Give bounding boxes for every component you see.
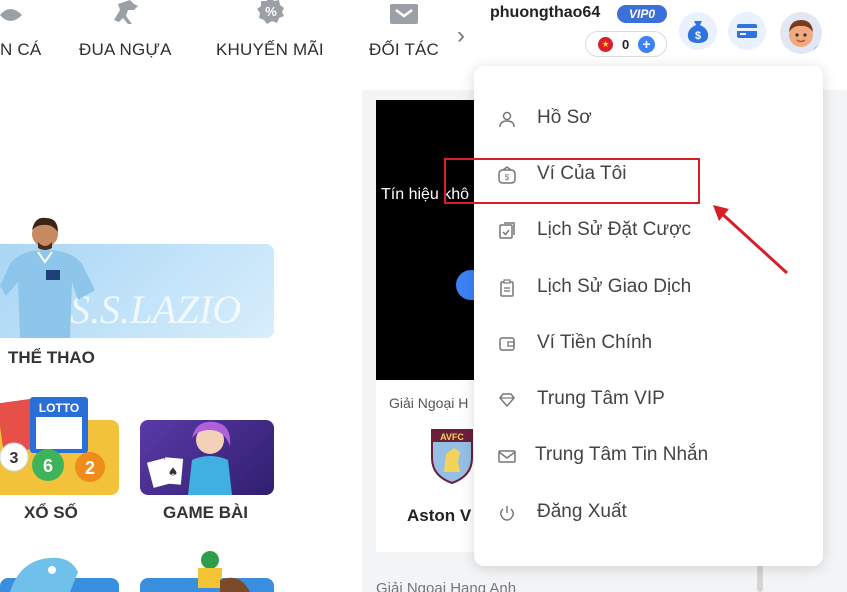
menu-item-label: Đăng Xuất	[537, 501, 627, 522]
main-wallet-icon	[499, 337, 515, 351]
vietnam-flag-icon: ★	[598, 37, 613, 52]
partner-icon	[390, 4, 418, 24]
horse-racing-tile[interactable]	[140, 550, 274, 592]
svg-text:%: %	[265, 4, 277, 19]
svg-text:♠: ♠	[168, 465, 179, 479]
jockey-image	[198, 551, 250, 592]
card-games-tile[interactable]: ♠	[140, 420, 274, 495]
lottery-label: XỔ SỐ	[24, 503, 78, 522]
football-player-image	[0, 217, 95, 338]
aston-villa-crest-icon: AVFC	[431, 429, 473, 484]
card-games-label: GAME BÀI	[163, 503, 248, 522]
menu-item-vip-center[interactable]: Trung Tâm VIP	[474, 376, 823, 424]
avatar[interactable]	[780, 12, 822, 54]
promo-icon: %	[257, 0, 284, 24]
nav-item-label: ĐỐI TÁC	[369, 40, 440, 59]
league-name: Giải Ngoại H	[389, 395, 469, 411]
horse-icon	[114, 0, 138, 24]
sports-label: THỂ THAO	[8, 348, 95, 367]
balance-amount: 0	[622, 37, 630, 52]
league-section-title: Giải Ngoại Hạng Anh	[376, 580, 517, 592]
power-icon	[500, 506, 514, 521]
annotation-arrow-icon	[713, 205, 789, 275]
card-games-image: ♠	[146, 421, 232, 495]
balance-widget: ★ 0 +	[585, 31, 667, 57]
team-name: Aston V	[407, 506, 472, 525]
menu-item-logout[interactable]: Đăng Xuất	[474, 489, 823, 537]
lottery-balls-image: LOTTO 3 6 2	[0, 397, 105, 482]
fishing-tile[interactable]	[0, 550, 119, 592]
money-bag-icon: $	[687, 21, 709, 43]
team-badge-text: AVFC	[440, 432, 464, 442]
user-icon	[499, 111, 515, 128]
menu-item-label: Hồ Sơ	[537, 107, 592, 128]
svg-text:$: $	[695, 30, 701, 42]
svg-text:2: 2	[85, 458, 95, 478]
chevron-right-icon[interactable]: ›	[457, 22, 465, 50]
menu-item-label: Trung Tâm VIP	[537, 388, 665, 409]
shark-image	[10, 557, 78, 592]
menu-item-label: Trung Tâm Tin Nhắn	[535, 444, 709, 465]
vip-badge: VIP0	[617, 5, 667, 23]
live-video-player[interactable]	[376, 100, 486, 380]
transaction-history-icon	[500, 279, 514, 297]
user-avatar-icon	[780, 12, 822, 54]
menu-item-profile[interactable]: Hồ Sơ	[474, 95, 823, 143]
svg-text:6: 6	[43, 456, 53, 476]
menu-item-message-center[interactable]: Trung Tâm Tin Nhắn	[474, 432, 823, 480]
card-button[interactable]	[728, 12, 766, 50]
menu-item-label: Lịch Sử Giao Dịch	[537, 276, 692, 297]
username: phuongthao64	[490, 4, 601, 21]
nav-item-label: KHUYẾN MÃI	[216, 40, 324, 59]
lottery-banner-text: LOTTO	[39, 401, 79, 415]
credit-card-icon	[737, 24, 757, 38]
nav-item-label: N CÁ	[0, 40, 42, 59]
bet-history-icon	[499, 222, 515, 239]
menu-item-main-wallet[interactable]: Ví Tiền Chính	[474, 320, 823, 368]
annotation-highlight-box	[444, 158, 700, 204]
svg-text:3: 3	[10, 450, 19, 467]
deposit-plus-button[interactable]: +	[638, 36, 655, 53]
diamond-icon	[499, 393, 515, 408]
nav-item-label: ĐUA NGỰA	[79, 40, 172, 59]
fish-icon	[0, 9, 22, 21]
menu-item-label: Ví Tiền Chính	[537, 332, 653, 353]
mail-icon	[498, 450, 516, 463]
user-dropdown-menu: Hồ Sơ $ Ví Của Tôi Lịch Sử Đặt Cược Lịch…	[474, 66, 823, 566]
money-bag-button[interactable]: $	[679, 12, 717, 50]
menu-item-label: Lịch Sử Đặt Cược	[537, 219, 692, 240]
